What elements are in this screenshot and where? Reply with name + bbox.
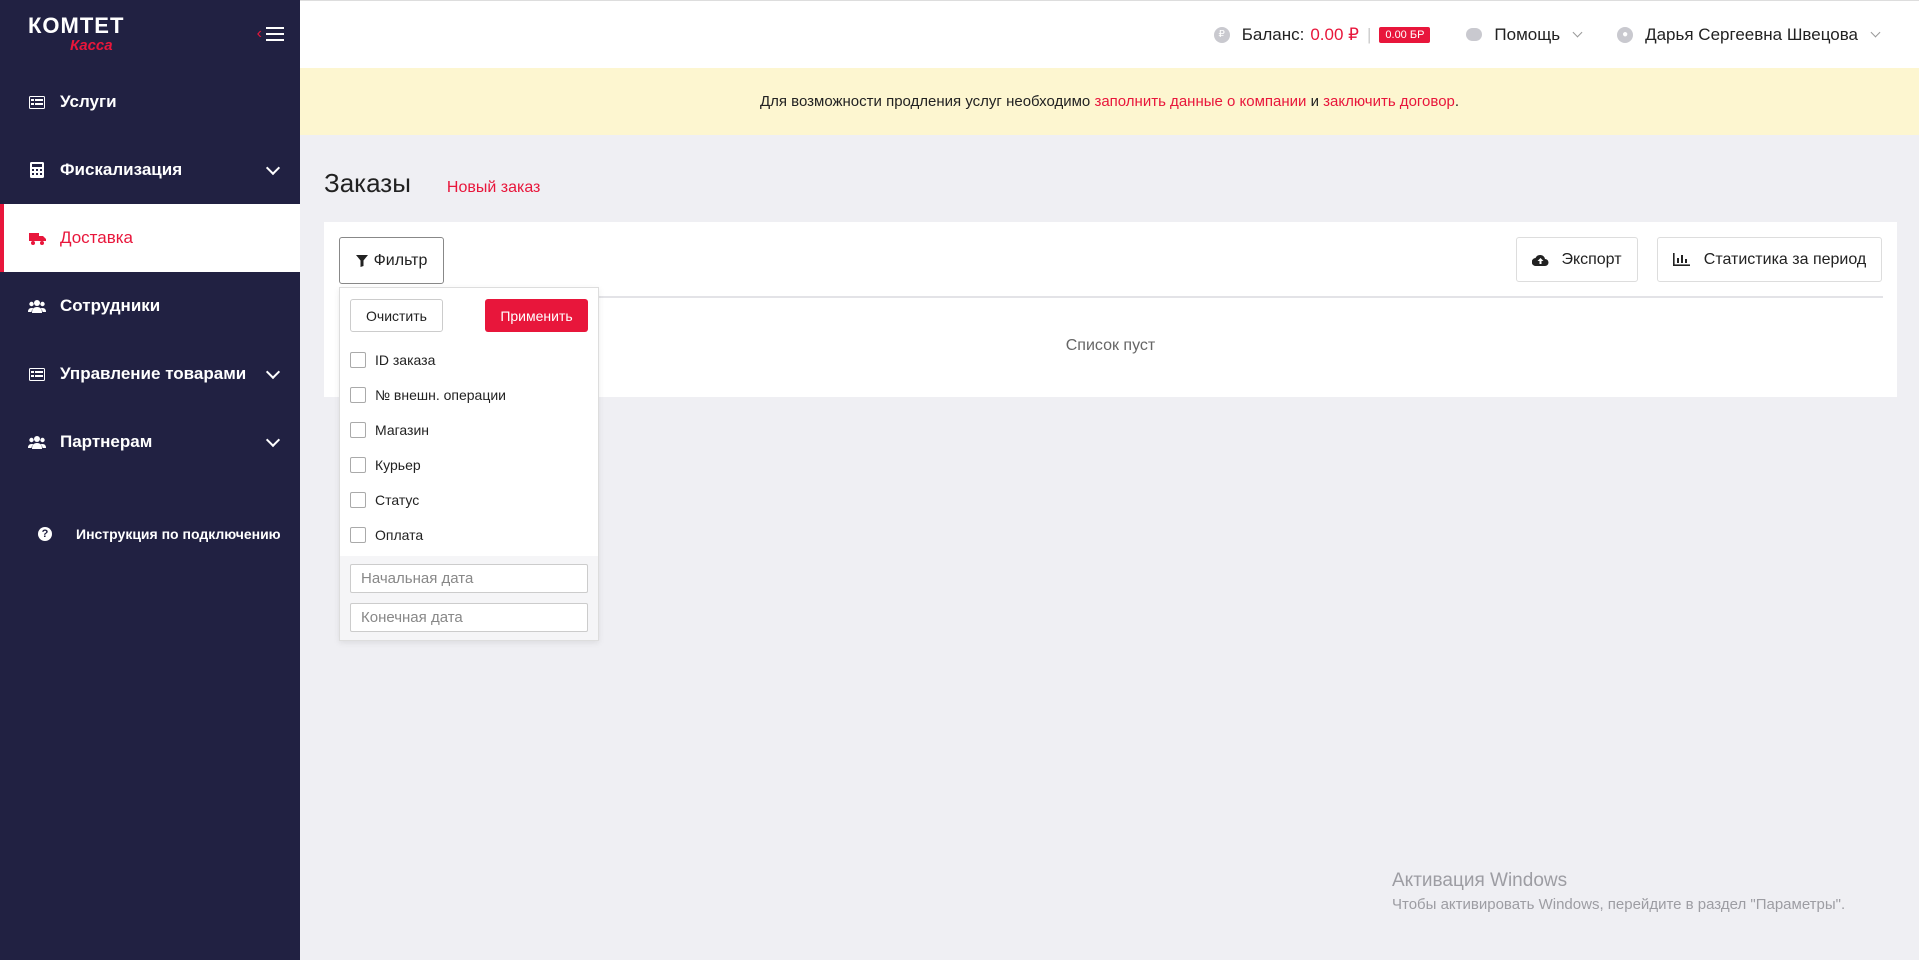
- sidebar-item-label: Сотрудники: [60, 296, 161, 315]
- user-name: Дарья Сергеевна Швецова: [1645, 24, 1858, 44]
- export-button[interactable]: Экспорт: [1516, 237, 1638, 282]
- sidebar-item-products[interactable]: Управление товарами: [0, 340, 300, 408]
- sidebar-item-label: Фискализация: [60, 160, 183, 179]
- filter-option-label: Оплата: [375, 526, 424, 543]
- filter-label: Фильтр: [373, 251, 428, 269]
- balance[interactable]: ₽ Баланс: 0.00 ₽ | 0.00 БР: [1213, 24, 1431, 45]
- checkbox[interactable]: [350, 456, 366, 473]
- filter-options: ID заказа № внешн. операции Магазин Курь…: [340, 342, 598, 552]
- new-order-link[interactable]: Новый заказ: [447, 179, 540, 197]
- sidebar-item-label: Управление товарами: [60, 364, 247, 383]
- sidebar-item-partners[interactable]: Партнерам: [0, 408, 300, 476]
- cloud-upload-icon: [1532, 254, 1549, 266]
- page-title: Заказы: [324, 168, 411, 198]
- filter-dropdown: Очистить Применить ID заказа № внешн. оп…: [339, 287, 599, 641]
- user-menu[interactable]: ● Дарья Сергеевна Швецова: [1617, 24, 1881, 45]
- filter-button[interactable]: Фильтр: [339, 237, 444, 284]
- filter-actions: Очистить Применить: [340, 288, 598, 332]
- sign-contract-link[interactable]: заключить договор: [1323, 93, 1455, 110]
- apply-filter-button[interactable]: Применить: [485, 299, 588, 332]
- windows-activation-watermark: Активация Windows Чтобы активировать Win…: [1392, 870, 1845, 913]
- date-range: [340, 556, 598, 640]
- filter-option-courier[interactable]: Курьер: [350, 447, 588, 482]
- sidebar-item-label: Партнерам: [60, 432, 153, 451]
- filter-option-order-id[interactable]: ID заказа: [350, 342, 588, 377]
- help-menu[interactable]: Помощь: [1466, 24, 1583, 45]
- filter-icon: [355, 254, 368, 267]
- help-label: Помощь: [1494, 24, 1561, 44]
- filter-option-status[interactable]: Статус: [350, 482, 588, 517]
- chevron-down-icon: [1572, 27, 1583, 38]
- calculator-icon: [28, 162, 46, 178]
- logo[interactable]: КОМТЕТ Касса: [28, 13, 125, 54]
- period-stats-button[interactable]: Статистика за период: [1657, 237, 1882, 282]
- period-stats-label: Статистика за период: [1703, 250, 1867, 268]
- balance-label: Баланс:: [1241, 24, 1305, 44]
- chevron-down-icon: [265, 432, 281, 447]
- watermark-title: Активация Windows: [1392, 870, 1568, 891]
- sidebar-item-label: Доставка: [60, 228, 134, 247]
- checkbox[interactable]: [350, 386, 366, 403]
- chat-icon: [1466, 28, 1483, 41]
- chevron-down-icon: [1870, 27, 1881, 38]
- sidebar-item-employees[interactable]: Сотрудники: [0, 272, 300, 340]
- sidebar-item-label: Услуги: [60, 92, 117, 111]
- notice-banner: Для возможности продления услуг необходи…: [300, 68, 1919, 135]
- export-label: Экспорт: [1561, 250, 1622, 268]
- sidebar-item-delivery[interactable]: Доставка: [0, 204, 300, 272]
- ruble-icon: ₽: [1213, 26, 1230, 43]
- notice-text: Для возможности продления услуг необходи…: [760, 93, 1459, 110]
- users-icon: [28, 434, 46, 450]
- logo-top: КОМТЕТ: [28, 13, 125, 38]
- sidebar-item-services[interactable]: Услуги: [0, 68, 300, 136]
- watermark-subtitle: Чтобы активировать Windows, перейдите в …: [1392, 896, 1846, 913]
- list-icon: [28, 366, 46, 382]
- filter-option-external-operation[interactable]: № внешн. операции: [350, 377, 588, 412]
- filter-option-label: Курьер: [375, 456, 421, 473]
- chevron-left-icon: ‹: [256, 25, 262, 42]
- balance-value: 0.00 ₽: [1310, 24, 1359, 44]
- notice-text-after: .: [1454, 93, 1460, 110]
- list-icon: [28, 94, 46, 110]
- question-circle-icon: ?: [38, 527, 52, 541]
- end-date-input[interactable]: [350, 603, 588, 632]
- sidebar: КОМТЕТ Касса ‹ Услуги Фискализация Доста…: [0, 0, 300, 960]
- truck-icon: [28, 230, 46, 246]
- topbar: ₽ Баланс: 0.00 ₽ | 0.00 БР Помощь ● Дарь…: [300, 0, 1919, 68]
- sidebar-brand: КОМТЕТ Касса ‹: [0, 0, 300, 68]
- checkbox[interactable]: [350, 351, 366, 368]
- chevron-down-icon: [265, 364, 281, 379]
- filter-option-label: Магазин: [375, 421, 430, 438]
- collapse-sidebar-button[interactable]: ‹: [257, 25, 284, 43]
- hamburger-icon: [266, 27, 284, 41]
- clear-filter-button[interactable]: Очистить: [350, 299, 443, 332]
- chevron-down-icon: [265, 160, 281, 175]
- filter-option-shop[interactable]: Магазин: [350, 412, 588, 447]
- filter-option-label: Статус: [375, 491, 420, 508]
- sidebar-item-fiscalization[interactable]: Фискализация: [0, 136, 300, 204]
- connection-guide-link[interactable]: ? Инструкция по подключению: [0, 526, 300, 542]
- checkbox[interactable]: [350, 526, 366, 543]
- notice-text-mid: и: [1306, 93, 1324, 110]
- balance-badge: 0.00 БР: [1379, 26, 1431, 43]
- page-heading: Заказы Новый заказ: [324, 168, 540, 199]
- filter-option-label: ID заказа: [375, 351, 436, 368]
- filter-option-payment[interactable]: Оплата: [350, 517, 588, 552]
- filter-option-label: № внешн. операции: [375, 386, 506, 403]
- connection-guide-label: Инструкция по подключению: [76, 526, 281, 542]
- logo-bottom: Касса: [70, 37, 113, 54]
- bar-chart-icon: [1672, 253, 1690, 266]
- balance-separator: |: [1366, 24, 1372, 44]
- checkbox[interactable]: [350, 421, 366, 438]
- notice-text-before: Для возможности продления услуг необходи…: [759, 93, 1095, 110]
- users-icon: [28, 298, 46, 314]
- start-date-input[interactable]: [350, 564, 588, 593]
- fill-company-link[interactable]: заполнить данные о компании: [1094, 93, 1306, 110]
- user-icon: ●: [1617, 26, 1634, 43]
- checkbox[interactable]: [350, 491, 366, 508]
